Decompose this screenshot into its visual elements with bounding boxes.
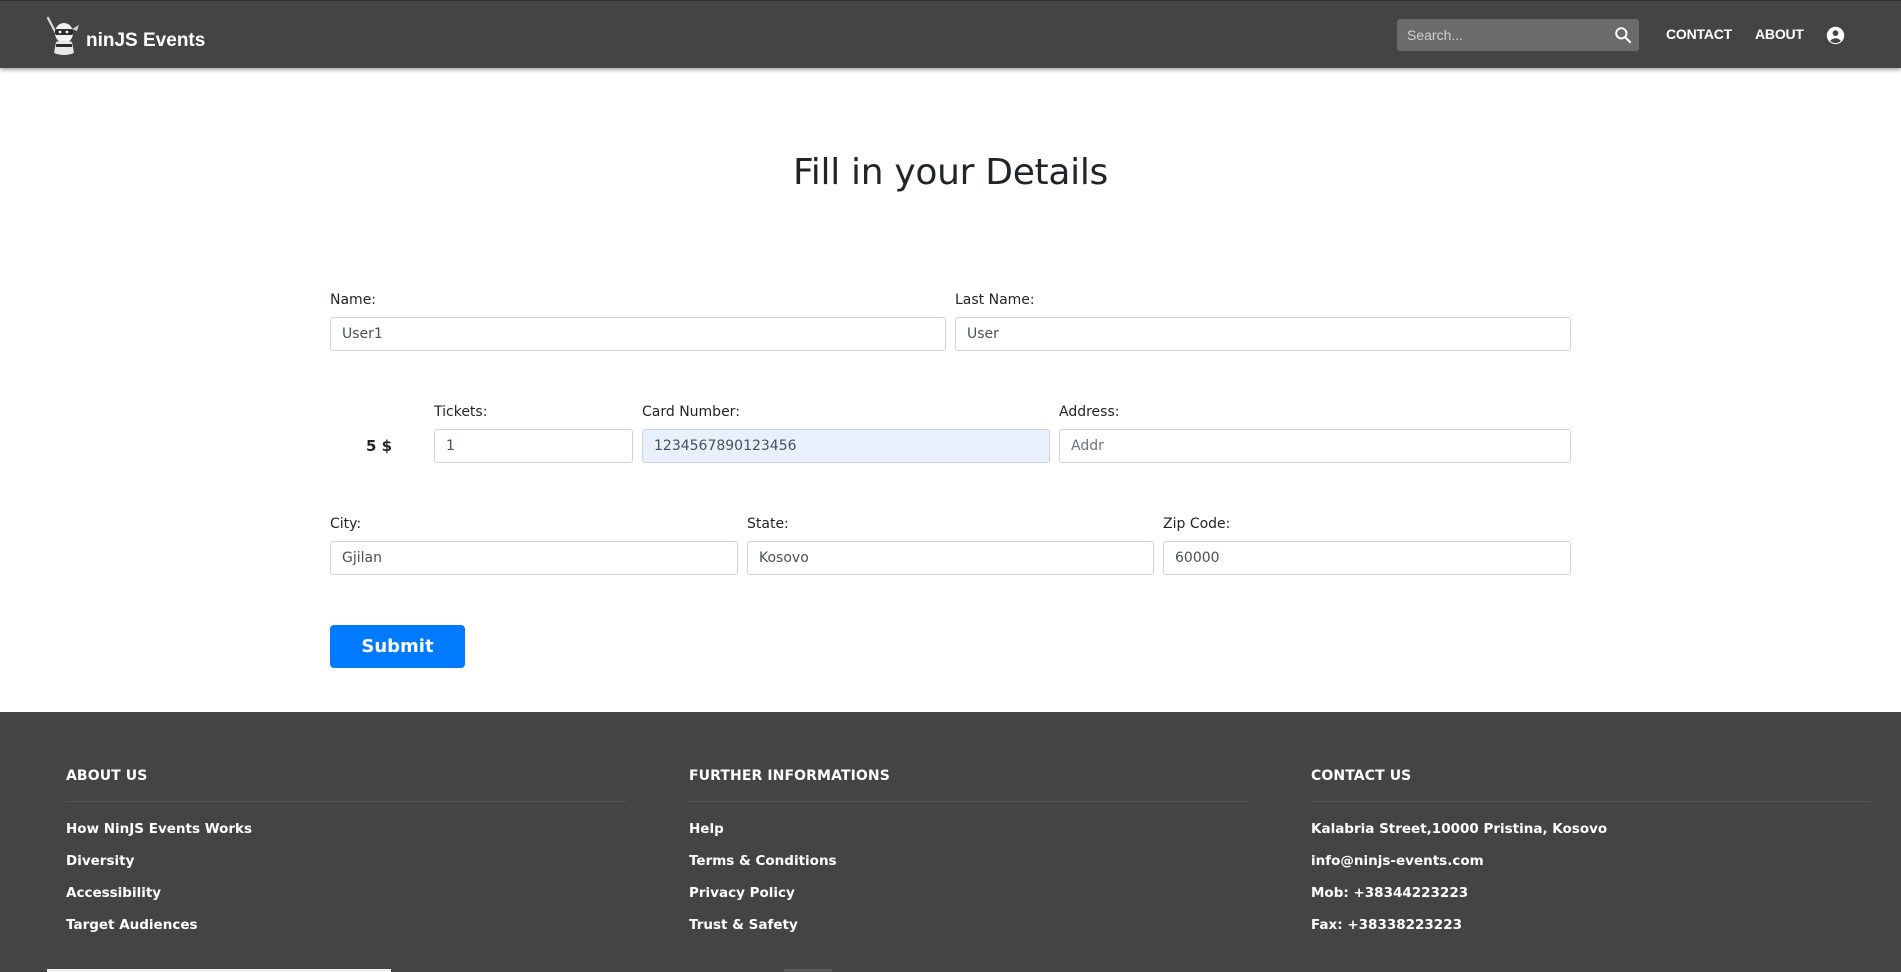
name-field[interactable] (330, 317, 946, 351)
nav-contact-link[interactable]: CONTACT (1666, 26, 1732, 42)
nav-about-link[interactable]: ABOUT (1755, 26, 1804, 42)
submit-button[interactable]: Submit (330, 625, 465, 668)
footer-link-terms[interactable]: Terms & Conditions (689, 853, 837, 869)
search-icon[interactable] (1613, 25, 1633, 45)
city-label: City: (330, 516, 362, 532)
footer-fax: Fax: +38338223223 (1311, 917, 1462, 933)
zip-code-field[interactable] (1163, 541, 1571, 575)
name-label: Name: (330, 292, 377, 308)
search-box (1397, 19, 1639, 51)
user-account-icon[interactable] (1826, 26, 1845, 45)
footer-mobile: Mob: +38344223223 (1311, 885, 1469, 901)
ticket-price: 5 $ (366, 437, 393, 455)
page-title: Fill in your Details (793, 152, 1108, 193)
state-field[interactable] (747, 541, 1154, 575)
top-navbar: ninJS Events CONTACT ABOUT (0, 0, 1901, 68)
footer-further-heading: FURTHER INFORMATIONS (689, 768, 890, 784)
footer-link-target-audiences[interactable]: Target Audiences (66, 917, 198, 933)
last-name-label: Last Name: (955, 292, 1035, 308)
last-name-field[interactable] (955, 317, 1571, 351)
ninja-logo-icon (46, 16, 79, 55)
footer-address: Kalabria Street,10000 Pristina, Kosovo (1311, 821, 1608, 837)
footer-about-section: ABOUT US How NinJS Events Works Diversit… (66, 768, 626, 948)
tickets-field[interactable] (434, 429, 633, 463)
footer-divider (689, 801, 1249, 802)
brand-link[interactable]: ninJS Events (44, 15, 205, 57)
search-input[interactable] (1397, 19, 1602, 51)
footer-divider (1311, 801, 1871, 802)
tickets-label: Tickets: (434, 404, 488, 420)
footer-contact-heading: CONTACT US (1311, 768, 1412, 784)
footer-link-diversity[interactable]: Diversity (66, 853, 134, 869)
footer-link-privacy[interactable]: Privacy Policy (689, 885, 795, 901)
state-label: State: (747, 516, 789, 532)
footer-contact-section: CONTACT US Kalabria Street,10000 Pristin… (1311, 768, 1871, 948)
footer-email-link[interactable]: info@ninjs-events.com (1311, 853, 1484, 869)
card-number-label: Card Number: (642, 404, 740, 420)
footer-link-accessibility[interactable]: Accessibility (66, 885, 161, 901)
footer: ABOUT US How NinJS Events Works Diversit… (0, 712, 1901, 972)
brand-name: ninJS Events (86, 29, 206, 51)
address-label: Address: (1059, 404, 1120, 420)
footer-further-section: FURTHER INFORMATIONS Help Terms & Condit… (689, 768, 1249, 948)
address-field[interactable] (1059, 429, 1571, 463)
footer-link-help[interactable]: Help (689, 821, 724, 837)
footer-link-trust-safety[interactable]: Trust & Safety (689, 917, 798, 933)
city-field[interactable] (330, 541, 738, 575)
card-number-field[interactable] (642, 429, 1050, 463)
footer-link-how-it-works[interactable]: How NinJS Events Works (66, 821, 252, 837)
footer-about-heading: ABOUT US (66, 768, 148, 784)
footer-divider (66, 801, 626, 802)
zip-code-label: Zip Code: (1163, 516, 1231, 532)
